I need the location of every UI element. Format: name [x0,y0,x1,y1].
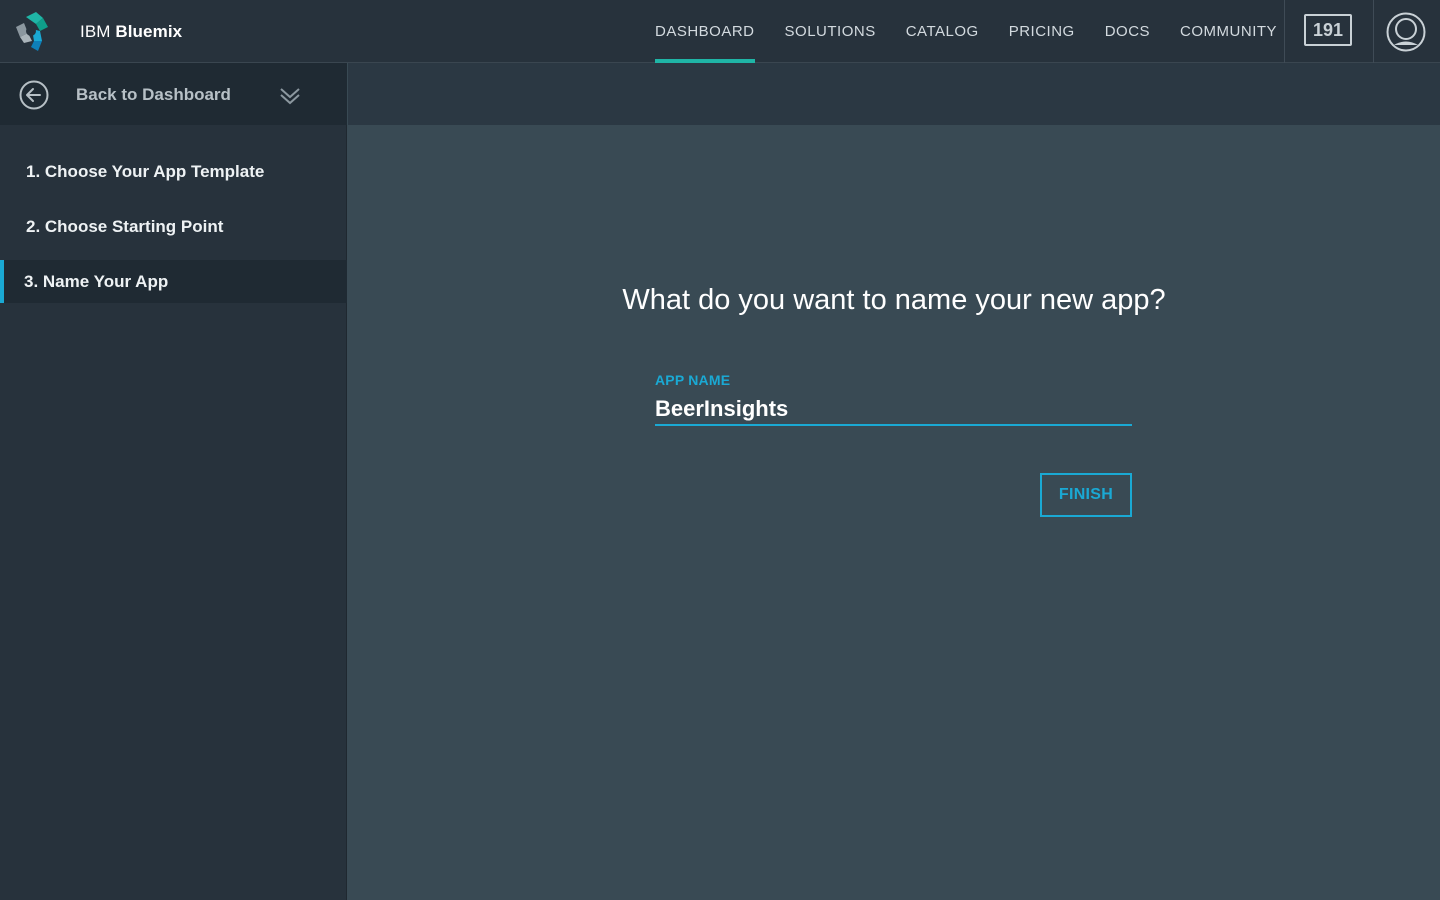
brand-name: IBM Bluemix [80,22,182,42]
notification-count-badge[interactable]: 191 [1304,14,1352,46]
content-header-band [348,63,1440,125]
brand-prefix: IBM [80,22,111,41]
nav-community[interactable]: COMMUNITY [1165,0,1292,63]
back-arrow-circle-icon [19,80,49,110]
nav-catalog[interactable]: CATALOG [891,0,994,63]
brand-main: Bluemix [115,22,183,41]
nav-dashboard[interactable]: DASHBOARD [640,0,770,63]
finish-button[interactable]: FINISH [1040,473,1132,517]
app-name-label: APP NAME [655,372,731,388]
nav-solutions[interactable]: SOLUTIONS [770,0,891,63]
bluemix-logo-icon [16,12,48,51]
nav-docs[interactable]: DOCS [1090,0,1165,63]
top-navigation-bar: IBM Bluemix DASHBOARD SOLUTIONS CATALOG … [0,0,1440,63]
brand[interactable]: IBM Bluemix [12,10,182,54]
nav-divider [1373,0,1374,63]
app-name-input[interactable] [655,394,1132,426]
chevron-down-double-icon[interactable] [279,87,301,105]
step-choose-starting-point[interactable]: 2. Choose Starting Point [0,205,347,248]
step-choose-template[interactable]: 1. Choose Your App Template [0,150,347,193]
sidebar: Back to Dashboard 1. Choose Your App Tem… [0,63,347,900]
back-label: Back to Dashboard [76,85,231,104]
main-nav: DASHBOARD SOLUTIONS CATALOG PRICING DOCS… [640,0,1292,63]
back-to-dashboard-button[interactable]: Back to Dashboard [0,63,347,125]
user-avatar-icon[interactable] [1386,12,1426,52]
step-name-your-app[interactable]: 3. Name Your App [0,260,347,303]
nav-divider [1284,0,1285,63]
page-title: What do you want to name your new app? [622,284,1166,316]
nav-pricing[interactable]: PRICING [994,0,1090,63]
